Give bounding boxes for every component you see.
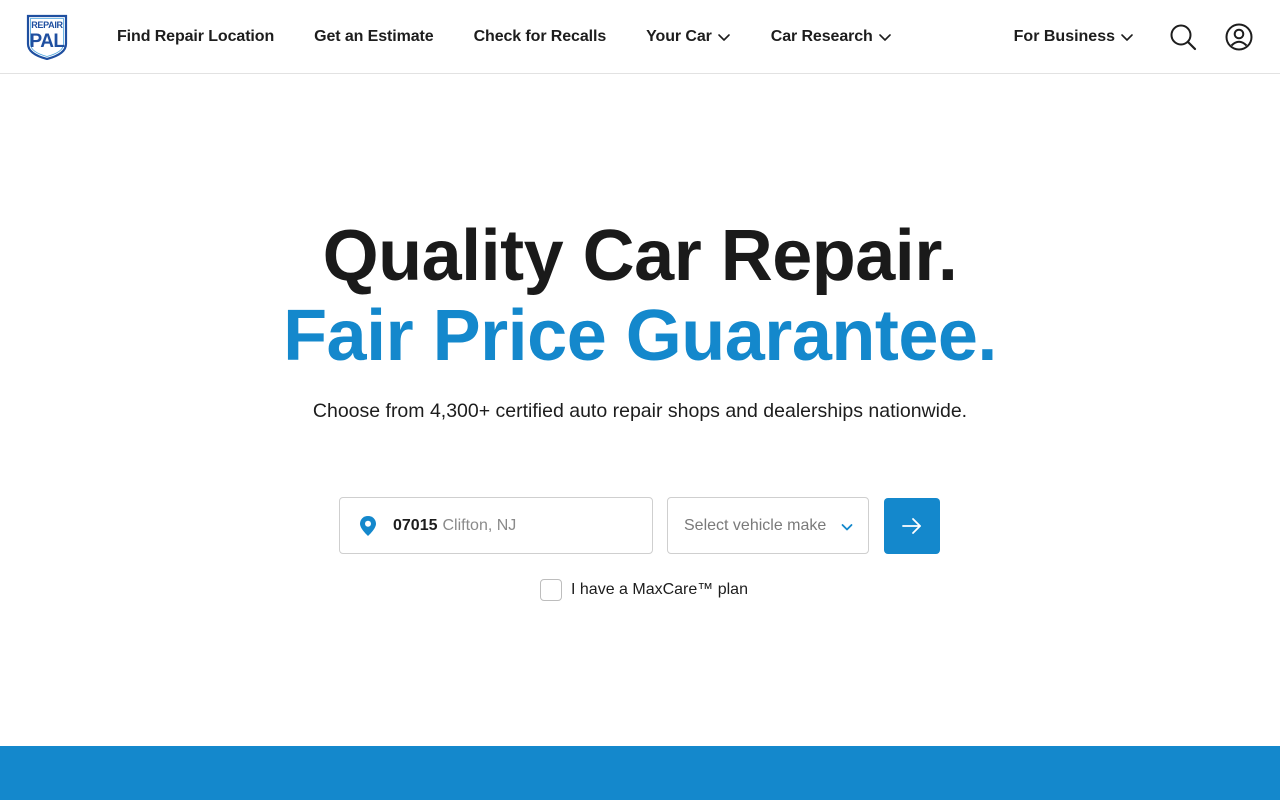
location-pin-icon: [360, 515, 376, 536]
account-button[interactable]: [1224, 22, 1254, 52]
nav-item-label: Car Research: [770, 27, 873, 45]
hero-title-line1: Quality Car Repair.: [322, 216, 958, 296]
site-header: REPAIR PAL Find Repair Location Get an E…: [0, 0, 1280, 74]
hero-subtitle: Choose from 4,300+ certified auto repair…: [312, 400, 968, 422]
nav-item-label: Find Repair Location: [117, 27, 275, 45]
vehicle-make-select[interactable]: Select vehicle make: [667, 497, 869, 554]
vehicle-make-placeholder: Select vehicle make: [684, 516, 827, 534]
nav-find-repair-location[interactable]: Find Repair Location: [117, 28, 274, 46]
chevron-down-icon: [1121, 33, 1133, 41]
main-nav: Find Repair Location Get an Estimate Che…: [117, 0, 932, 73]
logo-text-bottom: PAL: [29, 31, 65, 52]
maxcare-option[interactable]: I have a MaxCare™ plan: [540, 579, 748, 601]
hero-title: Quality Car Repair. Fair Price Guarantee…: [0, 216, 1280, 376]
logo-text-top: REPAIR: [31, 20, 63, 30]
nav-item-label: Get an Estimate: [314, 27, 434, 45]
location-input[interactable]: 07015 Clifton, NJ: [339, 497, 653, 554]
nav-item-label: Check for Recalls: [473, 27, 607, 45]
hero-title-line2: Fair Price Guarantee.: [283, 296, 997, 376]
repairpal-logo[interactable]: REPAIR PAL: [25, 14, 69, 61]
nav-your-car[interactable]: Your Car: [646, 28, 731, 46]
chevron-down-icon: [841, 524, 853, 531]
zip-value: 07015: [393, 516, 438, 534]
maxcare-checkbox[interactable]: [540, 579, 562, 601]
nav-item-label: For Business: [1013, 27, 1115, 45]
header-actions: For Business: [1014, 0, 1280, 73]
arrow-right-icon: [902, 518, 921, 534]
maxcare-label: I have a MaxCare™ plan: [571, 581, 748, 598]
chevron-down-icon: [717, 33, 730, 41]
search-submit-button[interactable]: [884, 498, 940, 554]
section-band: [0, 746, 1280, 800]
nav-check-for-recalls[interactable]: Check for Recalls: [474, 28, 607, 46]
search-icon: [1170, 24, 1197, 50]
city-value: Clifton, NJ: [442, 516, 517, 534]
search-button[interactable]: [1168, 22, 1198, 52]
chevron-down-icon: [878, 33, 891, 41]
nav-car-research[interactable]: Car Research: [771, 28, 892, 46]
user-circle-icon: [1225, 23, 1253, 50]
nav-item-label: Your Car: [646, 27, 712, 45]
nav-for-business[interactable]: For Business: [1014, 28, 1134, 46]
nav-get-an-estimate[interactable]: Get an Estimate: [314, 27, 434, 46]
